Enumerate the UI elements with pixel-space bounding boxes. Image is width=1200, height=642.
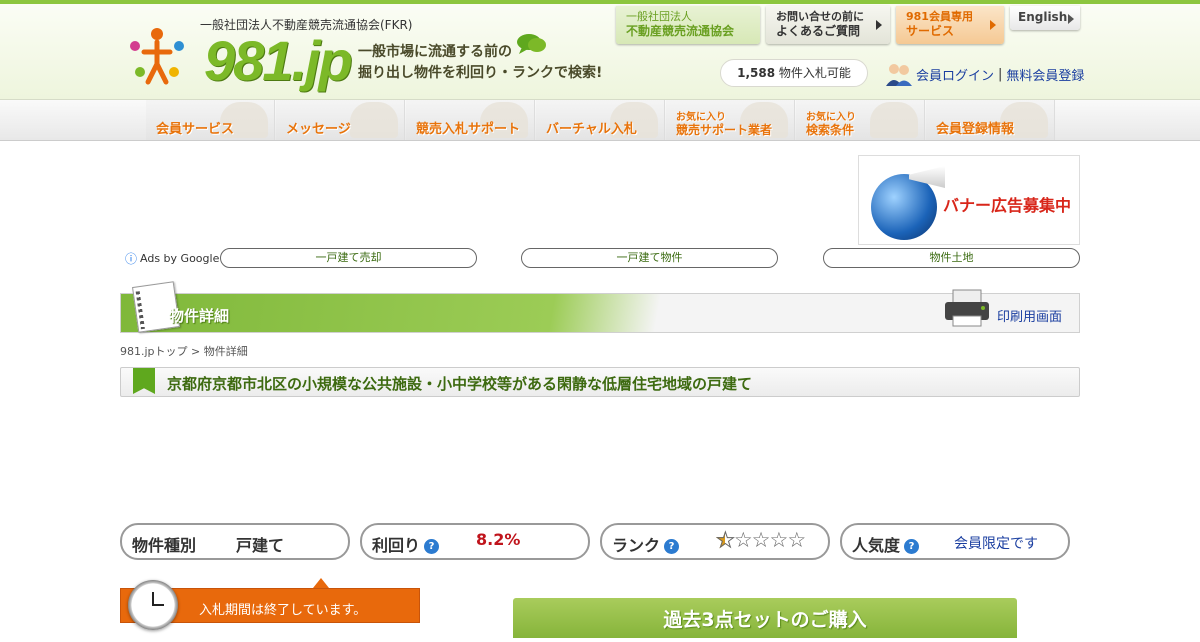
info-icon: ⓘ <box>125 252 138 266</box>
help-icon[interactable]: ? <box>424 539 440 554</box>
login-separator: | <box>998 66 1003 82</box>
section-title: 物件詳細 <box>169 307 230 325</box>
stat-value: 戸建て <box>236 536 285 555</box>
clock-minute-hand <box>152 604 164 606</box>
bid-count-suffix: 物件入札可能 <box>778 66 851 80</box>
clock-icon <box>128 580 178 630</box>
stat-popularity: 人気度? 会員限定です <box>840 523 1070 560</box>
arrow-right-icon <box>876 20 882 30</box>
faq-button[interactable]: お問い合せの前に よくあるご質問 <box>766 6 890 44</box>
nav-mainlabel: 競売サポート業者 <box>676 123 773 137</box>
yield-value: 8.2% <box>476 530 521 549</box>
ad-link[interactable]: 一戸建て物件 <box>521 248 778 268</box>
stat-label: 物件種別 <box>132 536 197 555</box>
stat-property-type: 物件種別 戸建て <box>120 523 350 560</box>
nav-label: 競売入札サポート <box>416 122 521 137</box>
arrow-right-icon <box>990 20 996 30</box>
banner-text: バナー広告募集中 <box>943 196 1072 215</box>
bid-count-badge: 1,588 物件入札可能 <box>720 59 868 87</box>
stat-label-wrap: 利回り? <box>372 532 440 556</box>
nav-label: お気に入り 競売サポート業者 <box>676 112 772 136</box>
print-link[interactable]: 印刷用画面 <box>997 306 1062 325</box>
nav-item-member-info[interactable]: 会員登録情報 <box>926 100 1055 140</box>
star-half-icon: ★ <box>716 528 736 553</box>
ad-link[interactable]: 物件土地 <box>823 248 1080 268</box>
stat-label-wrap: ランク? <box>612 532 680 556</box>
english-button[interactable]: English <box>1010 6 1080 30</box>
nav-label: お気に入り 検索条件 <box>806 112 856 136</box>
star-empty-icon: ☆ <box>733 528 753 552</box>
stat-label-wrap: 人気度? <box>852 532 920 556</box>
ads-by-google[interactable]: ⓘ Ads by Google <box>125 250 219 267</box>
site-header: 一般社団法人不動産競売流通協会(FKR) 981.jp 一般市場に流通する前の … <box>0 4 1200 100</box>
faq-line1: お問い合せの前に <box>776 10 864 23</box>
ad-link[interactable]: 一戸建て売却 <box>220 248 477 268</box>
nav-label: 会員サービス <box>156 122 235 137</box>
help-icon[interactable]: ? <box>664 539 680 554</box>
help-icon[interactable]: ? <box>904 539 920 554</box>
stat-rank: ランク? ★☆☆☆☆ <box>600 523 830 560</box>
tagline-line1: 一般市場に流通する前の <box>358 44 512 60</box>
buy-past-set-button[interactable]: 過去3点セットのご購入 <box>513 598 1017 638</box>
faq-line2: よくあるご質問 <box>776 24 861 38</box>
login-area: 会員ログイン | 無料会員登録 <box>886 62 1084 86</box>
nav-label: メッセージ <box>286 122 351 137</box>
section-header: 物件詳細 印刷用画面 <box>120 281 1080 333</box>
tagline-line2: 掘り出し物件を利回り・ランクで検索! <box>358 65 603 81</box>
org-link-button[interactable]: 一般社団法人 不動産競売流通協会 <box>616 6 760 44</box>
ads-label: Ads by Google <box>140 252 220 265</box>
stat-label: ランク <box>612 536 661 555</box>
site-tagline: 一般市場に流通する前の 掘り出し物件を利回り・ランクで検索! <box>358 42 602 84</box>
nav-label: バーチャル入札 <box>546 122 637 137</box>
nav-illustration-icon <box>870 102 918 138</box>
member-service-line1: 981会員専用 <box>906 10 973 23</box>
breadcrumb[interactable]: 981.jpトップ > 物件詳細 <box>120 343 248 359</box>
stat-label: 人気度 <box>852 536 901 555</box>
nav-item-member-service[interactable]: 会員サービス <box>146 100 275 140</box>
arrow-right-icon <box>1068 14 1074 24</box>
nav-item-favorite-search[interactable]: お気に入り 検索条件 <box>796 100 925 140</box>
nav-item-favorite-agents[interactable]: お気に入り 競売サポート業者 <box>666 100 795 140</box>
property-title-bar: 京都府京都市北区の小規模な公共施設・小中学校等がある閑静な低層住宅地域の戸建て <box>120 367 1080 397</box>
printer-icon[interactable] <box>943 288 991 328</box>
fkr-logo-icon[interactable] <box>124 24 190 90</box>
stat-label: 利回り <box>372 536 421 555</box>
rank-stars: ★☆☆☆☆ <box>716 528 807 553</box>
property-title: 京都府京都市北区の小規模な公共施設・小中学校等がある閑静な低層住宅地域の戸建て <box>167 375 753 393</box>
org-link-line2: 不動産競売流通協会 <box>626 24 735 38</box>
member-service-button[interactable]: 981会員専用 サービス <box>896 6 1004 44</box>
bid-notice-text: 入札期間は終了しています。 <box>199 603 367 618</box>
nav-mainlabel: 検索条件 <box>806 123 855 137</box>
english-label: English <box>1018 10 1068 24</box>
star-empty-icon: ☆ <box>787 528 806 552</box>
nav-illustration-icon <box>350 102 398 138</box>
register-link[interactable]: 無料会員登録 <box>1006 65 1084 84</box>
nav-item-virtual-bid[interactable]: バーチャル入札 <box>536 100 665 140</box>
popularity-value[interactable]: 会員限定です <box>954 533 1038 553</box>
ad-banner[interactable]: バナー広告募集中 <box>858 155 1080 245</box>
nav-item-message[interactable]: メッセージ <box>276 100 405 140</box>
bid-count-number: 1,588 <box>737 66 776 80</box>
login-link[interactable]: 会員ログイン <box>916 65 994 84</box>
members-icon <box>886 64 912 86</box>
nav-label: 会員登録情報 <box>936 122 1015 137</box>
nav-item-auction-support[interactable]: 競売入札サポート <box>406 100 535 140</box>
globe-icon <box>871 174 937 240</box>
site-logo[interactable]: 981.jp <box>204 28 353 93</box>
stat-yield: 利回り? 8.2% <box>360 523 590 560</box>
star-empty-icon: ☆ <box>769 528 788 552</box>
member-service-line2: サービス <box>906 24 955 38</box>
org-link-line1: 一般社団法人 <box>626 10 692 23</box>
star-empty-icon: ☆ <box>751 528 771 552</box>
bookmark-flag-icon <box>133 368 155 394</box>
speech-bubble-icon <box>517 34 546 54</box>
main-nav: 会員サービス メッセージ 競売入札サポート バーチャル入札 お気に入り 競売サポ… <box>0 100 1200 141</box>
